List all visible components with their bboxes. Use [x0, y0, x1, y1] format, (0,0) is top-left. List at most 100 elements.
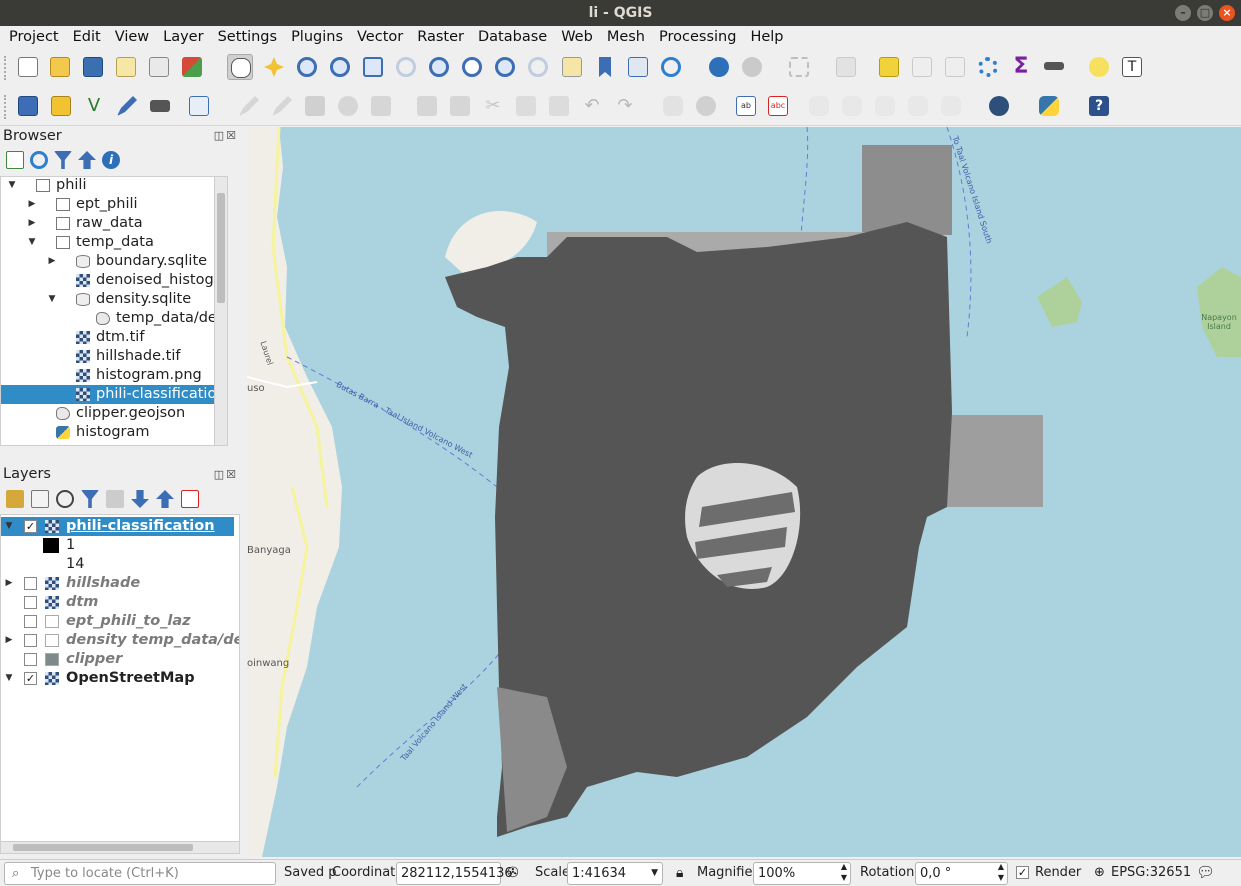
- browser-item[interactable]: dtm.tif: [1, 328, 227, 347]
- layer-visibility-checkbox[interactable]: [24, 653, 37, 666]
- browser-item[interactable]: denoised_histogram: [1, 271, 227, 290]
- label-move-icon[interactable]: [839, 93, 865, 119]
- remove-layer-icon[interactable]: [181, 490, 199, 508]
- legend-item[interactable]: 1: [1, 536, 234, 555]
- layer-labeling-icon[interactable]: ab: [733, 93, 759, 119]
- digitize-icon[interactable]: [114, 93, 140, 119]
- zoom-native-icon[interactable]: [459, 54, 485, 80]
- expand-arrow-icon[interactable]: ▼: [27, 233, 37, 252]
- menu-layer[interactable]: Layer: [156, 26, 210, 48]
- maximize-button[interactable]: □: [1197, 5, 1213, 21]
- select-features-icon[interactable]: [786, 54, 812, 80]
- statistics-sigma-icon[interactable]: Σ: [1008, 54, 1034, 80]
- zoom-last-icon[interactable]: [492, 54, 518, 80]
- toggle-extents-icon[interactable]: ✇: [507, 865, 519, 881]
- processing-icon[interactable]: [147, 93, 173, 119]
- menu-vector[interactable]: Vector: [350, 26, 410, 48]
- field-calculator-icon[interactable]: [942, 54, 968, 80]
- run-action-icon[interactable]: [739, 54, 765, 80]
- layer-item[interactable]: clipper: [1, 650, 234, 669]
- refresh-icon[interactable]: [658, 54, 684, 80]
- refresh-browser-icon[interactable]: [30, 151, 48, 169]
- zoom-selection-icon[interactable]: [393, 54, 419, 80]
- scale-combobox[interactable]: 1:41634 ▼: [567, 862, 663, 885]
- scrollbar-thumb[interactable]: [217, 193, 225, 303]
- vector-editing-icon[interactable]: [186, 93, 212, 119]
- browser-item[interactable]: ▶ boundary.sqlite: [1, 252, 227, 271]
- cut-features-icon[interactable]: ✂: [480, 93, 506, 119]
- minimize-button[interactable]: –: [1175, 5, 1191, 21]
- zoom-layer-icon[interactable]: [426, 54, 452, 80]
- copy-features-icon[interactable]: [513, 93, 539, 119]
- quickosm-icon[interactable]: [986, 93, 1012, 119]
- label-red-icon[interactable]: abc: [765, 93, 791, 119]
- legend-item[interactable]: 14: [1, 555, 234, 574]
- pan-map-icon[interactable]: [227, 54, 253, 80]
- save-project-icon[interactable]: [80, 54, 106, 80]
- expand-all-icon[interactable]: [131, 490, 149, 508]
- data-source-manager-icon[interactable]: [15, 93, 41, 119]
- new-project-icon[interactable]: [15, 54, 41, 80]
- lock-scale-icon[interactable]: 🔒︎: [676, 865, 683, 881]
- filter-legend-icon[interactable]: [81, 490, 99, 508]
- layers-horizontal-scrollbar[interactable]: [1, 841, 239, 853]
- identify-features-icon[interactable]: [706, 54, 732, 80]
- label-pin-icon[interactable]: [693, 93, 719, 119]
- label-tool-icon[interactable]: [660, 93, 686, 119]
- select-by-value-icon[interactable]: [833, 54, 859, 80]
- collapse-arrow-icon[interactable]: ▶: [47, 252, 57, 271]
- settings-gear-icon[interactable]: [975, 54, 1001, 80]
- expand-arrow-icon[interactable]: ▼: [4, 669, 14, 688]
- close-button[interactable]: ×: [1219, 5, 1235, 21]
- browser-item[interactable]: clipper.geojson: [1, 404, 227, 423]
- browser-item[interactable]: ▼ temp_data: [1, 233, 227, 252]
- browser-tree[interactable]: ▼ phili ▶ ept_phili ▶ raw_data ▼ temp_data ▶ boun…: [0, 176, 228, 446]
- expand-arrow-icon[interactable]: ▼: [7, 177, 17, 195]
- add-feature-icon[interactable]: [335, 93, 361, 119]
- label-properties-icon[interactable]: [905, 93, 931, 119]
- zoom-out-icon[interactable]: [327, 54, 353, 80]
- menu-mesh[interactable]: Mesh: [600, 26, 652, 48]
- menu-processing[interactable]: Processing: [652, 26, 743, 48]
- deselect-all-icon[interactable]: [876, 54, 902, 80]
- zoom-next-icon[interactable]: [525, 54, 551, 80]
- locator-search-input[interactable]: ⌕ Type to locate (Ctrl+K): [4, 862, 276, 885]
- browser-item[interactable]: temp_data/density: [1, 309, 227, 328]
- expand-arrow-icon[interactable]: ▶: [4, 574, 14, 593]
- new-map-view-icon[interactable]: [559, 54, 585, 80]
- modify-attributes-icon[interactable]: [414, 93, 440, 119]
- magnifier-spinbox[interactable]: 100% ▲ ▼: [753, 862, 851, 885]
- add-layer-icon[interactable]: [6, 151, 24, 169]
- open-project-icon[interactable]: [47, 54, 73, 80]
- python-console-icon[interactable]: [1036, 93, 1062, 119]
- filter-expression-icon[interactable]: [106, 490, 124, 508]
- text-annotation-icon[interactable]: T: [1119, 54, 1145, 80]
- layer-item[interactable]: ▶ hillshade: [1, 574, 234, 593]
- menu-database[interactable]: Database: [471, 26, 554, 48]
- menu-help[interactable]: Help: [743, 26, 790, 48]
- redo-icon[interactable]: ↷: [612, 93, 638, 119]
- browser-item[interactable]: ▼ density.sqlite: [1, 290, 227, 309]
- browser-item[interactable]: hillshade.tif: [1, 347, 227, 366]
- scrollbar-thumb[interactable]: [13, 844, 193, 851]
- toolbar-handle[interactable]: [4, 95, 7, 119]
- render-checkbox[interactable]: ✓: [1016, 866, 1029, 879]
- crs-label[interactable]: EPSG:32651: [1111, 865, 1191, 880]
- new-vector-layer-icon[interactable]: V: [81, 93, 107, 119]
- add-raster-layer-icon[interactable]: [48, 93, 74, 119]
- toggle-editing-icon[interactable]: [236, 93, 262, 119]
- expand-arrow-icon[interactable]: ▼: [47, 290, 57, 309]
- browser-item[interactable]: ▶ raw_data: [1, 214, 227, 233]
- save-edits-icon[interactable]: [302, 93, 328, 119]
- messages-icon[interactable]: 💬︎: [1196, 863, 1215, 881]
- show-bookmarks-icon[interactable]: [625, 54, 651, 80]
- layer-item[interactable]: ▶ density temp_data/density: [1, 631, 239, 650]
- delete-selected-icon[interactable]: [447, 93, 473, 119]
- browser-item[interactable]: histogram: [1, 423, 227, 442]
- browser-item[interactable]: histogram.png: [1, 366, 227, 385]
- attribute-table-icon[interactable]: [909, 54, 935, 80]
- label-show-icon[interactable]: [806, 93, 832, 119]
- layer-item[interactable]: ▼ ✓ phili-classification: [1, 517, 234, 536]
- browser-scrollbar[interactable]: [214, 177, 227, 445]
- layer-visibility-checkbox[interactable]: [24, 596, 37, 609]
